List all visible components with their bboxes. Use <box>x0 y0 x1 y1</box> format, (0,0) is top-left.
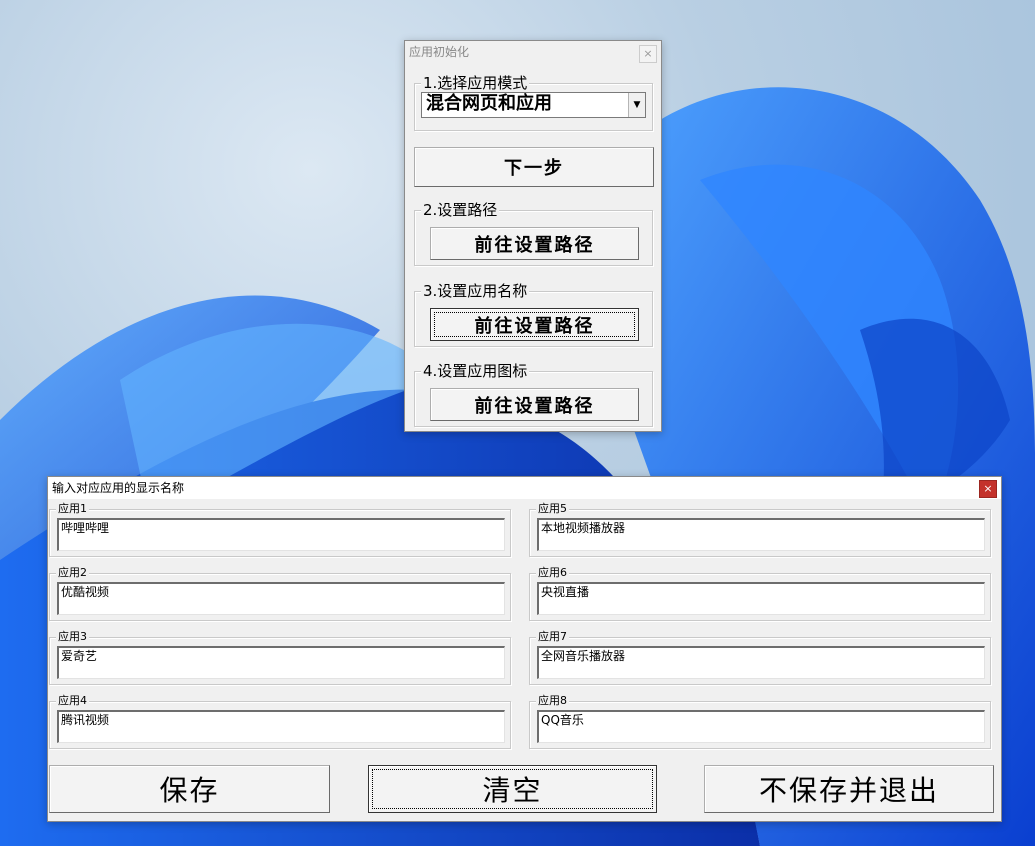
init-window-titlebar[interactable]: 应用初始化 × <box>405 41 661 63</box>
app2-group: 应用2 优酷视频 <box>49 566 511 621</box>
app7-label: 应用7 <box>536 630 569 644</box>
app1-group: 应用1 哔哩哔哩 <box>49 502 511 557</box>
app6-group: 应用6 央视直播 <box>529 566 991 621</box>
step1-legend: 1.选择应用模式 <box>421 74 530 92</box>
step4-legend: 4.设置应用图标 <box>421 362 530 380</box>
app2-name-field[interactable]: 优酷视频 <box>57 582 505 615</box>
app5-name-field[interactable]: 本地视频播放器 <box>537 518 985 551</box>
app5-label: 应用5 <box>536 502 569 516</box>
mode-select[interactable]: 混合网页和应用 ▼ <box>421 92 646 118</box>
step3-legend: 3.设置应用名称 <box>421 282 530 300</box>
set-app-icon-button[interactable]: 前往设置路径 <box>430 388 639 421</box>
step2-group: 2.设置路径 前往设置路径 <box>414 201 653 266</box>
app4-label: 应用4 <box>56 694 89 708</box>
app7-name-field[interactable]: 全网音乐播放器 <box>537 646 985 679</box>
app2-label: 应用2 <box>56 566 89 580</box>
app8-label: 应用8 <box>536 694 569 708</box>
app7-group: 应用7 全网音乐播放器 <box>529 630 991 685</box>
step1-group: 1.选择应用模式 混合网页和应用 ▼ <box>414 74 653 131</box>
step2-legend: 2.设置路径 <box>421 201 500 219</box>
init-window-title: 应用初始化 <box>409 45 470 59</box>
next-step-button[interactable]: 下一步 <box>414 147 654 187</box>
save-button[interactable]: 保存 <box>49 765 330 813</box>
app6-label: 应用6 <box>536 566 569 580</box>
app3-label: 应用3 <box>56 630 89 644</box>
name-window-titlebar[interactable]: 输入对应应用的显示名称 × <box>48 477 1001 499</box>
exit-without-save-button[interactable]: 不保存并退出 <box>704 765 994 813</box>
close-icon[interactable]: × <box>979 480 997 498</box>
set-path-button[interactable]: 前往设置路径 <box>430 227 639 260</box>
app-init-window: 应用初始化 × 1.选择应用模式 混合网页和应用 ▼ 下一步 2.设置路径 前往… <box>404 40 662 432</box>
app3-name-field[interactable]: 爱奇艺 <box>57 646 505 679</box>
set-app-name-button[interactable]: 前往设置路径 <box>430 308 639 341</box>
app4-name-field[interactable]: 腾讯视频 <box>57 710 505 743</box>
app5-group: 应用5 本地视频播放器 <box>529 502 991 557</box>
name-window-title: 输入对应应用的显示名称 <box>52 481 185 495</box>
app6-name-field[interactable]: 央视直播 <box>537 582 985 615</box>
step4-group: 4.设置应用图标 前往设置路径 <box>414 362 653 427</box>
chevron-down-icon[interactable]: ▼ <box>628 93 645 117</box>
app1-label: 应用1 <box>56 502 89 516</box>
app-name-window: 输入对应应用的显示名称 × 应用1 哔哩哔哩 应用2 优酷视频 应用3 爱奇艺 … <box>47 476 1002 822</box>
clear-button[interactable]: 清空 <box>368 765 657 813</box>
app1-name-field[interactable]: 哔哩哔哩 <box>57 518 505 551</box>
app8-group: 应用8 QQ音乐 <box>529 694 991 749</box>
mode-select-value: 混合网页和应用 <box>426 93 552 114</box>
app3-group: 应用3 爱奇艺 <box>49 630 511 685</box>
close-icon[interactable]: × <box>639 45 657 63</box>
app8-name-field[interactable]: QQ音乐 <box>537 710 985 743</box>
step3-group: 3.设置应用名称 前往设置路径 <box>414 282 653 347</box>
app4-group: 应用4 腾讯视频 <box>49 694 511 749</box>
